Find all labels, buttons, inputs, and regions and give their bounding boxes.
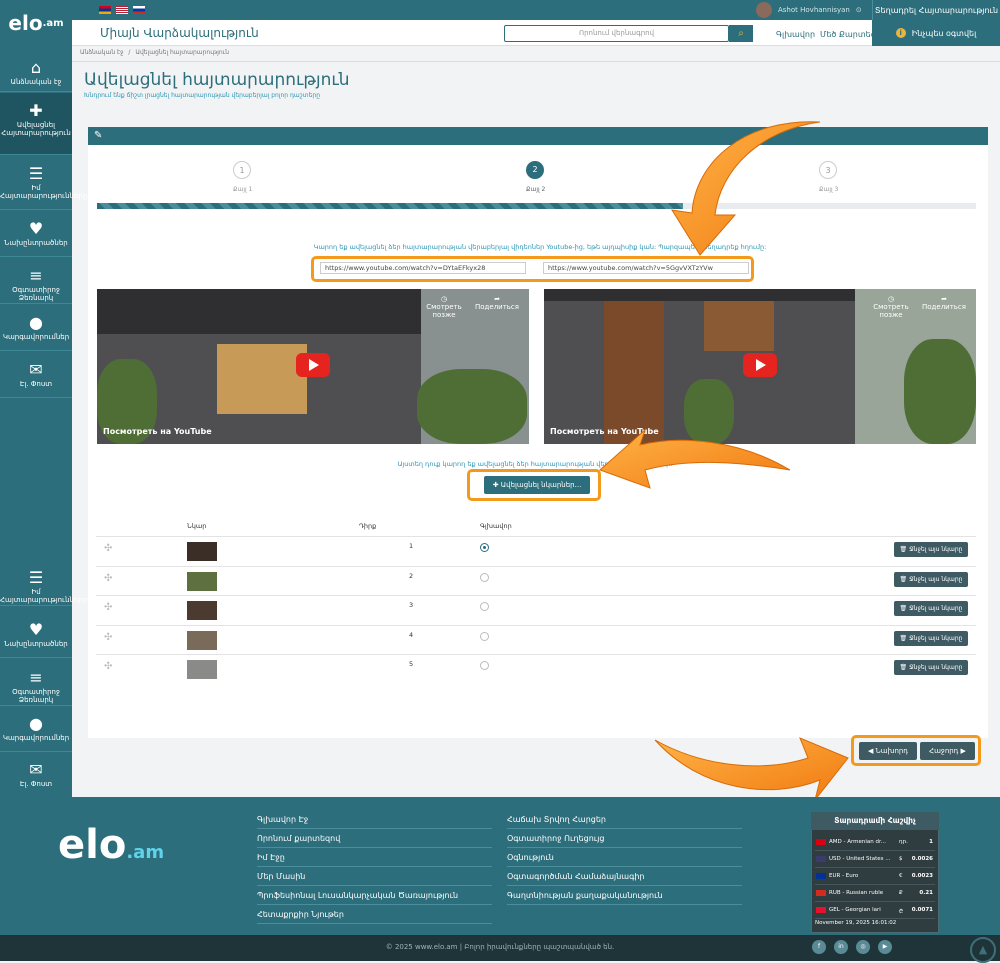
currency-name: EUR - Euro	[829, 873, 859, 879]
currency-symbol: ₾	[899, 909, 904, 915]
footer-link[interactable]: Օգնություն	[507, 853, 742, 867]
footer-link[interactable]: Որոնում քարտեզով	[257, 834, 492, 848]
footer-logo[interactable]: elo.am	[58, 822, 208, 892]
currency-row: GEL - Georgian lari ₾ 0.0071	[815, 902, 935, 919]
currency-flag-icon	[816, 907, 826, 913]
currency-row: EUR - Euro €0.0023	[815, 868, 935, 885]
footer-link[interactable]: Իմ Էջը	[257, 853, 492, 867]
currency-name: GEL - Georgian lari	[829, 907, 881, 913]
copyright: © 2025 www.elo.am | Բոլոր իրավունքները պ…	[385, 943, 615, 951]
currency-name: RUB - Russian ruble	[829, 890, 884, 896]
currency-name: AMD - Armenian dr...	[829, 839, 887, 845]
footer-logo-suffix: .am	[126, 842, 165, 863]
facebook-icon[interactable]: f	[812, 940, 826, 954]
currency-value: 0.0023	[911, 873, 933, 879]
currency-flag-icon	[816, 856, 826, 862]
arrow-to-video-urls-icon	[671, 121, 821, 256]
currency-symbol: ₽	[899, 890, 903, 896]
currency-symbol: դր.	[899, 839, 908, 845]
currency-value: 0.21	[919, 890, 933, 896]
footer-logo-text: elo	[58, 822, 127, 868]
footer-link[interactable]: Հետաքրքիր Նյութեր	[257, 910, 492, 924]
footer-link[interactable]: Մեր Մասին	[257, 872, 492, 886]
currency-value: 0.0026	[911, 856, 933, 862]
youtube-icon[interactable]: ▶	[878, 940, 892, 954]
footer-link[interactable]: Հաճախ Տրվող Հարցեր	[507, 815, 742, 829]
currency-flag-icon	[816, 890, 826, 896]
linkedin-icon[interactable]: in	[834, 940, 848, 954]
logo-suffix: .am	[42, 17, 64, 29]
currency-symbol: €	[899, 873, 903, 879]
currency-row: AMD - Armenian dr... դր. 1	[815, 834, 935, 851]
arrow-to-navigation-icon	[654, 737, 849, 801]
currency-row: USD - United States ... $0.0026	[815, 851, 935, 868]
arrow-to-add-images-icon	[599, 428, 791, 489]
footer-link[interactable]: Պրոֆեսիոնալ Լուսանկարչական Ծառայություն	[257, 891, 492, 905]
footer-link[interactable]: Գլխավոր Էջ	[257, 815, 492, 829]
currency-date: November 19, 2025 16:01:02	[815, 920, 897, 926]
currency-value: 0.0071	[911, 907, 933, 913]
instagram-icon[interactable]: ◎	[856, 940, 870, 954]
logo[interactable]: elo .am	[0, 0, 72, 46]
currency-symbol: $	[899, 856, 903, 862]
currency-value: 1	[929, 839, 933, 845]
arrow-up-icon: ▲	[978, 943, 988, 956]
currency-title: Տարադրամի Հաշվիչ	[811, 812, 939, 830]
logo-text: elo	[8, 11, 43, 35]
footer-link[interactable]: Օգտագործման Համաձայնագիր	[507, 872, 742, 886]
currency-row: RUB - Russian ruble ₽0.21	[815, 885, 935, 902]
currency-name: USD - United States ...	[829, 856, 891, 862]
scroll-to-top-button[interactable]: ▲	[970, 937, 996, 963]
currency-flag-icon	[816, 839, 826, 845]
currency-flag-icon	[816, 873, 826, 879]
footer-link[interactable]: Օգտատիրոջ Ուղեցույց	[507, 834, 742, 848]
footer-link[interactable]: Գաղտնիության քաղաքականություն	[507, 891, 742, 905]
